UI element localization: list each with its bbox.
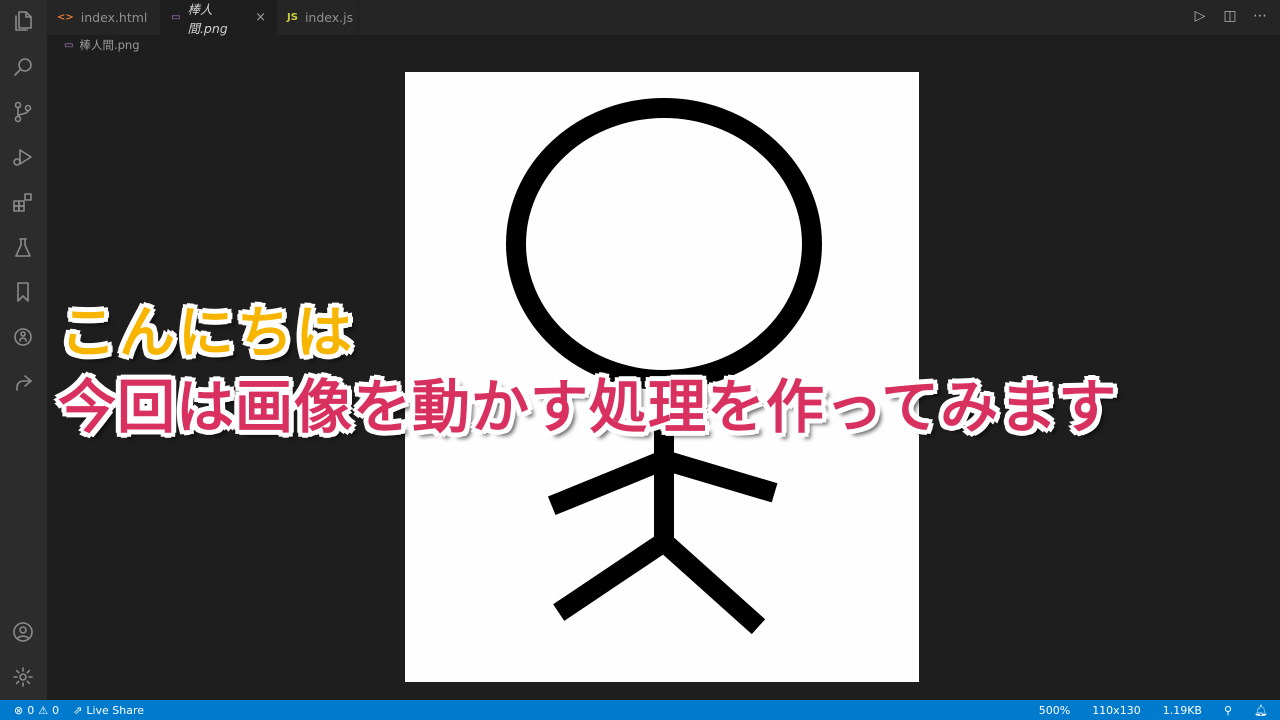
account-icon[interactable] (10, 619, 36, 645)
vscode-window: <> index.html × ▭ 棒人間.png × JS index.js … (0, 0, 1280, 720)
error-count: 0 (27, 703, 35, 717)
image-dimensions: 110x130 (1092, 703, 1141, 717)
notifications-bell-icon[interactable]: 🔔︎ (1254, 704, 1268, 717)
problems-indicator[interactable]: ⊗ 0 ⚠ 0 (14, 704, 59, 717)
tab-index-js[interactable]: JS index.js (277, 0, 359, 35)
tab-label: 棒人間.png (187, 1, 228, 36)
image-file-icon: ▭ (64, 39, 74, 51)
live-share-status[interactable]: ⇗ Live Share (73, 704, 144, 717)
tab-label: index.js (304, 10, 354, 25)
run-debug-icon[interactable] (10, 144, 36, 170)
feedback-icon[interactable]: ⚲ (1224, 704, 1232, 717)
github-icon[interactable] (10, 324, 36, 350)
stick-figure-legs (553, 529, 766, 635)
activity-bar (0, 0, 47, 700)
file-size: 1.19KB (1162, 703, 1202, 717)
live-share-icon: ⇗ (73, 703, 83, 717)
warning-count: 0 (52, 703, 60, 717)
status-bar: ⊗ 0 ⚠ 0 ⇗ Live Share 500% 110x130 1.19KB… (0, 700, 1280, 720)
search-icon[interactable] (10, 54, 36, 80)
html-file-icon: <> (57, 12, 74, 23)
tab-label: index.html (80, 10, 148, 25)
bookmark-icon[interactable] (10, 279, 36, 305)
tab-index-html[interactable]: <> index.html × (47, 0, 170, 35)
image-file-icon: ▭ (171, 12, 181, 23)
breadcrumb-label: 棒人間.png (79, 38, 140, 52)
close-icon[interactable]: × (255, 10, 266, 25)
breadcrumb[interactable]: ▭ 棒人間.png (64, 36, 140, 54)
more-actions-icon[interactable]: ⋯ (1252, 8, 1268, 24)
editor-tab-bar: <> index.html × ▭ 棒人間.png × JS index.js … (47, 0, 1280, 36)
live-share-label: Live Share (86, 703, 145, 717)
split-editor-icon[interactable]: ◫ (1222, 8, 1238, 24)
editor-actions: ▷ ◫ ⋯ (1192, 8, 1268, 24)
tab-stickman-png[interactable]: ▭ 棒人間.png × (161, 0, 277, 36)
settings-gear-icon[interactable] (10, 664, 36, 690)
error-icon: ⊗ (14, 703, 24, 717)
caption-line-1: こんにちは (60, 301, 355, 366)
caption-line-2: 今回は画像を動かす処理を作ってみます (58, 373, 1118, 441)
js-file-icon: JS (287, 12, 298, 23)
live-share-icon[interactable] (10, 370, 36, 396)
source-control-icon[interactable] (10, 99, 36, 125)
extensions-icon[interactable] (10, 189, 36, 215)
stick-figure-head (506, 98, 822, 390)
run-icon[interactable]: ▷ (1192, 8, 1208, 24)
testing-icon[interactable] (10, 235, 36, 261)
zoom-level[interactable]: 500% (1039, 704, 1070, 717)
warning-icon: ⚠ (38, 703, 49, 717)
explorer-icon[interactable] (10, 8, 36, 34)
